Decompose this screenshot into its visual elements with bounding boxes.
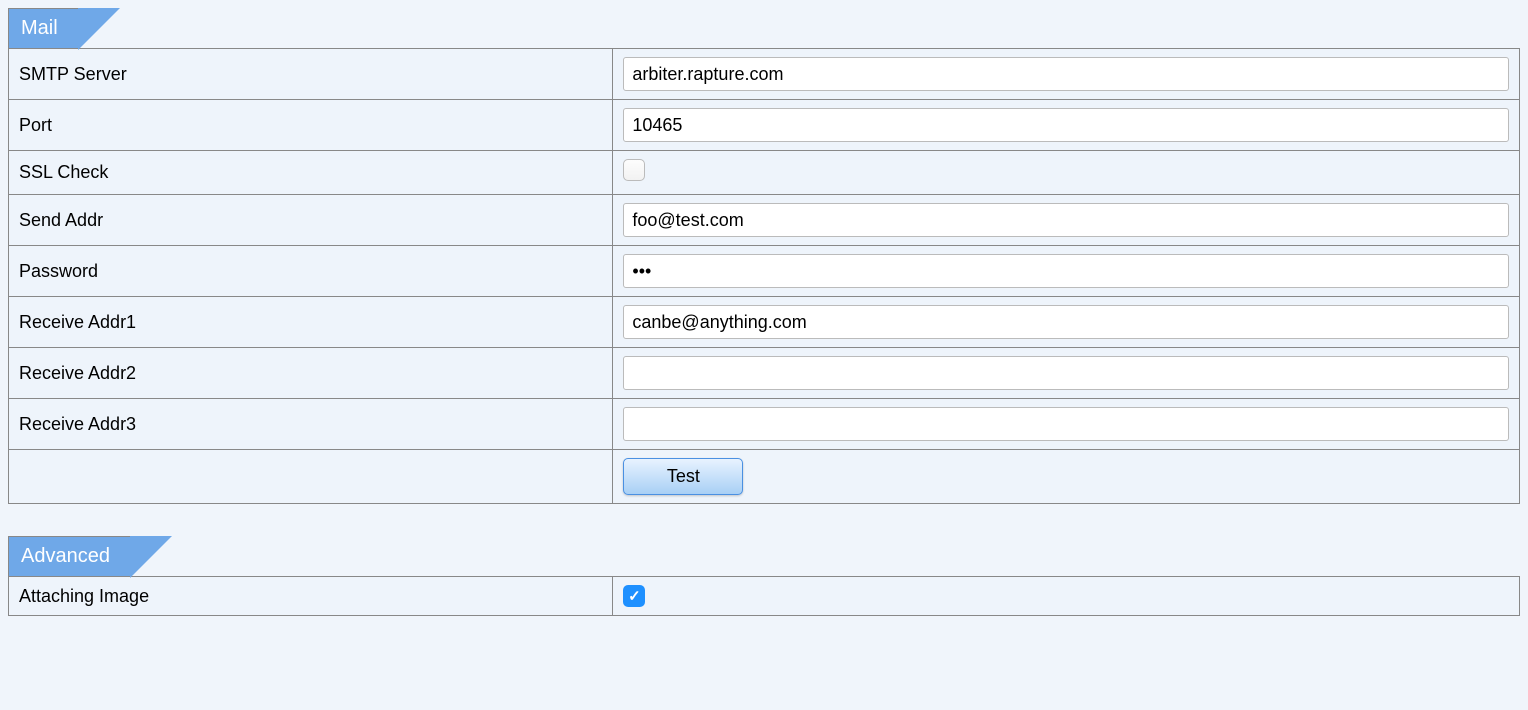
label-receive-addr2: Receive Addr2 xyxy=(9,348,613,399)
label-smtp-server: SMTP Server xyxy=(9,49,613,100)
label-send-addr: Send Addr xyxy=(9,195,613,246)
mail-section-header: Mail xyxy=(8,8,1520,48)
label-password: Password xyxy=(9,246,613,297)
mail-section-title: Mail xyxy=(8,8,79,48)
advanced-section-header: Advanced xyxy=(8,536,1520,576)
ssl-check-checkbox[interactable] xyxy=(623,159,645,181)
row-ssl-check: SSL Check xyxy=(9,151,1520,195)
row-receive-addr3: Receive Addr3 xyxy=(9,399,1520,450)
label-test-empty xyxy=(9,450,613,504)
label-receive-addr1: Receive Addr1 xyxy=(9,297,613,348)
row-attaching-image: Attaching Image xyxy=(9,577,1520,616)
label-receive-addr3: Receive Addr3 xyxy=(9,399,613,450)
label-attaching-image: Attaching Image xyxy=(9,577,613,616)
row-smtp-server: SMTP Server xyxy=(9,49,1520,100)
attaching-image-checkbox[interactable] xyxy=(623,585,645,607)
mail-section: Mail SMTP Server Port SSL Check Send Add… xyxy=(8,8,1520,504)
advanced-section-title: Advanced xyxy=(8,536,131,576)
mail-form-table: SMTP Server Port SSL Check Send Addr Pas… xyxy=(8,48,1520,504)
receive-addr1-input[interactable] xyxy=(623,305,1509,339)
port-input[interactable] xyxy=(623,108,1509,142)
receive-addr3-input[interactable] xyxy=(623,407,1509,441)
row-send-addr: Send Addr xyxy=(9,195,1520,246)
smtp-server-input[interactable] xyxy=(623,57,1509,91)
advanced-form-table: Attaching Image xyxy=(8,576,1520,616)
row-receive-addr2: Receive Addr2 xyxy=(9,348,1520,399)
row-port: Port xyxy=(9,100,1520,151)
row-receive-addr1: Receive Addr1 xyxy=(9,297,1520,348)
receive-addr2-input[interactable] xyxy=(623,356,1509,390)
row-test: Test xyxy=(9,450,1520,504)
advanced-section: Advanced Attaching Image xyxy=(8,536,1520,616)
password-input[interactable] xyxy=(623,254,1509,288)
row-password: Password xyxy=(9,246,1520,297)
label-port: Port xyxy=(9,100,613,151)
check-icon xyxy=(628,587,641,605)
test-button[interactable]: Test xyxy=(623,458,743,495)
label-ssl-check: SSL Check xyxy=(9,151,613,195)
send-addr-input[interactable] xyxy=(623,203,1509,237)
